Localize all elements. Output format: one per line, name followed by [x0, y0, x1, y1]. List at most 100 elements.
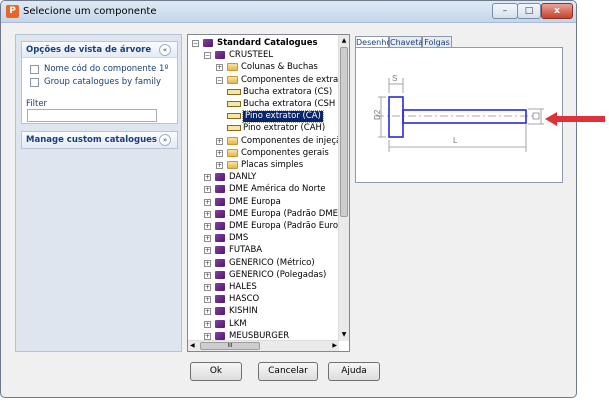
filter-input[interactable] — [27, 109, 157, 122]
expander-icon[interactable]: + — [216, 64, 223, 72]
tree-item-label: DME América do Norte — [229, 184, 326, 195]
expander-icon[interactable]: + — [204, 247, 211, 255]
tree-item-label: Componentes de injeção — [241, 135, 347, 146]
tree-item-label: Placas simples — [241, 160, 304, 170]
expander-icon[interactable]: + — [204, 271, 211, 279]
tree-item[interactable]: + Componentes de injeção — [188, 136, 346, 147]
tree-item[interactable]: + Placas simples — [188, 160, 338, 171]
minimize-button[interactable]: – — [492, 3, 518, 19]
hscroll-thumb[interactable]: III — [200, 342, 260, 350]
pin-icon — [227, 88, 241, 95]
book-icon — [215, 258, 225, 267]
view-options-panel: Opções de vista de árvore « Nome cód do … — [21, 41, 178, 124]
expander-icon[interactable]: + — [216, 137, 223, 145]
expander-icon[interactable]: − — [204, 52, 211, 60]
tree-item[interactable]: + GENERICO (Métrico) — [188, 258, 338, 269]
close-button[interactable]: x — [541, 3, 573, 19]
expander-icon[interactable]: + — [204, 174, 211, 182]
group-family-checkbox[interactable] — [30, 78, 39, 87]
tree-item[interactable]: + KISHIN — [188, 306, 338, 317]
folder-icon — [227, 161, 238, 169]
expander-icon[interactable]: + — [204, 296, 211, 304]
tree-item-label: DME Europa — [229, 196, 281, 207]
title-bar: P Selecione um componente – □ x — [1, 1, 576, 23]
tree-item[interactable]: + DME Europa — [188, 197, 338, 208]
dialog-window: P Selecione um componente – □ x Opções d… — [0, 0, 605, 398]
scroll-left-icon[interactable]: ◀ — [190, 342, 195, 349]
component-code-checkbox[interactable] — [30, 65, 39, 74]
scroll-down-icon[interactable]: ▼ — [340, 331, 348, 339]
folder-icon — [227, 148, 238, 157]
book-icon — [215, 197, 225, 206]
ok-button[interactable]: Ok — [190, 362, 242, 381]
tree-item[interactable]: + DANLY — [188, 172, 338, 183]
expander-icon[interactable]: − — [216, 76, 223, 84]
window-title: Selecione um componente — [23, 6, 157, 17]
tree-item[interactable]: + Componentes gerais — [188, 148, 338, 159]
tree-item[interactable]: + DMS — [188, 233, 338, 244]
expander-icon[interactable]: + — [216, 149, 223, 157]
expander-icon[interactable]: + — [216, 162, 223, 169]
book-icon — [215, 283, 225, 291]
tree-item[interactable]: Bucha extratora (CSH — [188, 99, 338, 110]
expander-icon[interactable]: + — [204, 198, 211, 206]
tree-item[interactable]: + HALES — [188, 282, 338, 293]
tree-item-label: CRUSTEEL — [229, 50, 274, 61]
tree-item-label: Standard Catalogues — [217, 38, 318, 48]
maximize-button[interactable]: □ — [517, 3, 541, 19]
pin-drawing-svg: S D2 L — [373, 74, 544, 152]
expander-icon[interactable]: + — [204, 223, 211, 230]
expander-icon[interactable]: − — [192, 40, 199, 47]
tree-item[interactable]: + LKM — [188, 319, 338, 330]
tree-item[interactable]: + HASCO — [188, 294, 338, 305]
book-icon — [215, 185, 225, 194]
dimension-lines — [376, 78, 544, 152]
cancel-button[interactable]: Cancelar — [258, 362, 318, 381]
tree-item[interactable]: + DME Europa (Padrão DME) — [188, 209, 341, 220]
tree-item-label: GENERICO (Métrico) — [229, 257, 315, 268]
scroll-up-icon[interactable]: ▲ — [340, 37, 348, 45]
tree-horizontal-scrollbar[interactable]: ◀ III ▶ — [188, 340, 339, 351]
tree-item-label: HASCO — [229, 294, 260, 305]
tree-item[interactable]: − CRUSTEEL — [188, 50, 338, 61]
tree-item[interactable]: + DME Europa (Padrão Europe — [188, 221, 349, 232]
collapse-icon[interactable]: « — [159, 44, 171, 56]
help-button[interactable]: Ajuda — [328, 362, 380, 381]
book-icon — [203, 39, 213, 47]
expander-icon[interactable]: + — [204, 210, 211, 218]
tree-item[interactable]: − Standard Catalogues — [188, 38, 338, 49]
tree-item[interactable]: + FUTABA — [188, 245, 338, 256]
tree-item[interactable]: Pino extrator (CAH) — [188, 123, 338, 134]
scroll-right-icon[interactable]: ▶ — [332, 342, 337, 349]
expander-icon[interactable]: + — [204, 320, 211, 328]
tree-item-label: Bucha extratora (CSH — [243, 99, 336, 109]
tree-item[interactable]: Pino extrator (CA) — [188, 110, 338, 124]
expander-icon[interactable]: + — [204, 284, 211, 291]
tree-item[interactable]: + Colunas & Buchas — [188, 62, 338, 73]
expander-icon[interactable]: + — [204, 186, 211, 194]
tree-item-label: Colunas & Buchas — [241, 62, 318, 73]
view-options-header[interactable]: Opções de vista de árvore « — [22, 42, 177, 58]
expander-icon[interactable]: + — [204, 308, 211, 316]
expander-icon[interactable]: + — [204, 332, 211, 340]
tree-item-label: Componentes gerais — [241, 147, 329, 158]
expander-icon[interactable]: + — [204, 259, 211, 267]
tree-item[interactable]: − Componentes de extraçã — [188, 75, 348, 86]
folder-icon — [227, 75, 238, 84]
custom-catalogues-header[interactable]: Manage custom catalogues » — [22, 132, 177, 148]
book-icon — [215, 173, 225, 182]
book-icon — [215, 295, 225, 304]
tree-item-label: Componentes de extraçã — [241, 74, 349, 85]
expander-icon[interactable]: + — [204, 235, 211, 243]
book-icon — [215, 222, 225, 230]
expand-icon[interactable]: » — [159, 134, 171, 146]
tree-item[interactable]: + DME América do Norte — [188, 184, 338, 195]
pin-icon — [227, 125, 241, 132]
catalogue-tree[interactable]: − Standard Catalogues − CRUSTEEL + Colunas & … — [187, 34, 350, 352]
scroll-thumb[interactable] — [340, 47, 348, 217]
tree-item[interactable]: Bucha extratora (CS) — [188, 87, 338, 98]
tree-item[interactable]: + GENERICO (Polegadas) — [188, 270, 338, 281]
tree-vertical-scrollbar[interactable]: ▲ ▼ — [338, 35, 349, 341]
tree-item-label: DME Europa (Padrão Europe — [229, 221, 349, 231]
dim-l-label: L — [453, 136, 458, 145]
